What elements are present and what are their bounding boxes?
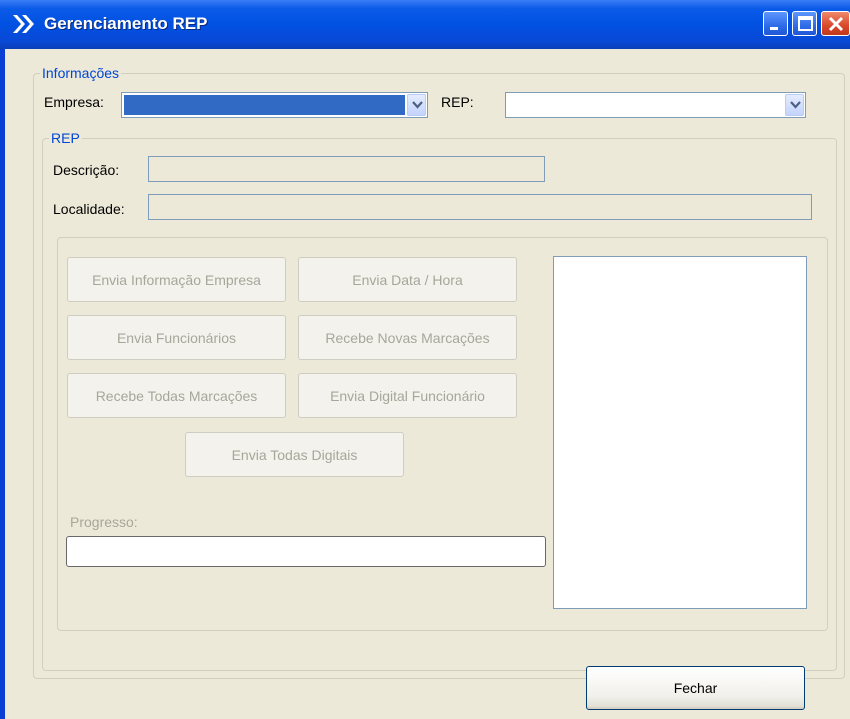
- title-bar[interactable]: Gerenciamento REP: [0, 0, 850, 49]
- envia-digital-funcionario-button[interactable]: Envia Digital Funcionário: [298, 373, 517, 418]
- rep-group-title: REP: [49, 130, 82, 146]
- application-window: Gerenciamento REP Informações Empresa: R…: [0, 0, 850, 719]
- recebe-novas-marcacoes-button[interactable]: Recebe Novas Marcações: [298, 315, 517, 360]
- chevron-right-icon: [10, 12, 40, 36]
- progresso-label: Progresso:: [70, 514, 138, 530]
- envia-informacao-empresa-button[interactable]: Envia Informação Empresa: [67, 257, 286, 302]
- close-icon: [828, 16, 844, 32]
- empresa-selected-value: [124, 95, 405, 115]
- rep-dropdown[interactable]: [505, 92, 806, 118]
- empresa-dropdown-arrow[interactable]: [407, 94, 426, 116]
- envia-data-hora-button[interactable]: Envia Data / Hora: [298, 257, 517, 302]
- localidade-field[interactable]: [148, 194, 812, 220]
- rep-dropdown-arrow[interactable]: [785, 94, 804, 116]
- chevron-down-icon: [412, 101, 423, 109]
- maximize-button[interactable]: [792, 11, 817, 36]
- informacoes-group-title: Informações: [40, 65, 122, 81]
- window-client-area: Informações Empresa: REP: REP Descrição:…: [5, 49, 850, 719]
- descricao-field[interactable]: [148, 156, 545, 182]
- envia-todas-digitais-button[interactable]: Envia Todas Digitais: [185, 432, 404, 477]
- close-button[interactable]: [821, 11, 850, 36]
- rep-label: REP:: [441, 94, 474, 110]
- descricao-label: Descrição:: [53, 162, 120, 178]
- minimize-icon: [770, 27, 778, 30]
- localidade-label: Localidade:: [53, 201, 125, 217]
- window-title: Gerenciamento REP: [44, 14, 208, 33]
- minimize-button[interactable]: [763, 11, 788, 36]
- empresa-label: Empresa:: [44, 94, 104, 110]
- maximize-icon: [798, 16, 813, 31]
- log-listbox[interactable]: [553, 256, 807, 609]
- fechar-button[interactable]: Fechar: [586, 666, 805, 710]
- chevron-down-icon: [790, 101, 801, 109]
- envia-funcionarios-button[interactable]: Envia Funcionários: [67, 315, 286, 360]
- recebe-todas-marcacoes-button[interactable]: Recebe Todas Marcações: [67, 373, 286, 418]
- empresa-dropdown[interactable]: [121, 92, 428, 118]
- progress-bar: [66, 536, 546, 567]
